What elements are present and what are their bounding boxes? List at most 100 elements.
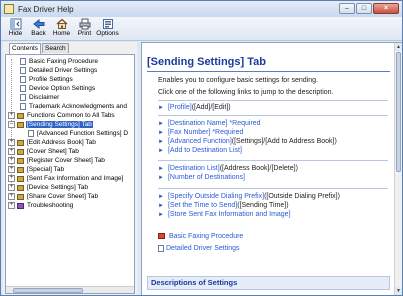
intro-text: Click one of the following links to jump… [158, 89, 334, 96]
contents-tree: Basic Faxing Procedure Detailed Driver S… [5, 54, 135, 294]
troubleshooting-book-icon [17, 202, 24, 209]
tree-item[interactable]: Device Option Settings [20, 84, 96, 93]
link-row: ► [Destination Name] *Required [158, 119, 261, 128]
hide-button[interactable]: Hide [5, 17, 26, 40]
topic-link[interactable]: [Profile] [168, 104, 192, 111]
link-row: ► [Fax Number] *Required [158, 128, 243, 137]
tree-item[interactable]: Basic Faxing Procedure [20, 57, 99, 66]
expand-icon[interactable]: + [8, 139, 15, 146]
topic-link[interactable]: [Fax Number] *Required [168, 129, 243, 136]
expand-icon[interactable]: + [8, 202, 15, 209]
section-divider [158, 160, 388, 161]
topic-link[interactable]: [Advanced Function] [168, 138, 232, 145]
tree-item[interactable]: + [Sent Fax Information and Image] [8, 174, 124, 183]
tree-item[interactable]: + [Device Settings] Tab [8, 183, 89, 192]
related-link[interactable]: Basic Faxing Procedure [169, 233, 243, 240]
back-button[interactable]: Back [28, 17, 49, 40]
link-arrow-icon: ► [158, 104, 164, 111]
related-link[interactable]: Detailed Driver Settings [166, 245, 240, 252]
horizontal-scrollbar[interactable] [6, 286, 134, 293]
tree-item-selected[interactable]: – [Sending Settings] Tab [8, 120, 93, 129]
scroll-up-icon[interactable]: ▲ [395, 43, 402, 51]
book-icon [17, 112, 24, 119]
book-icon [17, 193, 24, 200]
topic-link[interactable]: [Number of Destinations] [168, 174, 245, 181]
tree-item[interactable]: Profile Settings [20, 75, 74, 84]
link-row: ► [Advanced Function] ([Settings]/[Add to… [158, 138, 337, 145]
scrollbar-thumb[interactable] [13, 288, 83, 293]
expand-icon[interactable]: + [8, 157, 15, 164]
help-app-icon [4, 4, 14, 14]
reference-page-icon [158, 244, 164, 252]
link-arrow-icon: ► [158, 165, 164, 172]
page-icon [20, 94, 26, 101]
print-button[interactable]: Print [74, 17, 95, 40]
topic-link[interactable]: [Set the Time to Send] [168, 202, 237, 209]
book-icon [17, 148, 24, 155]
topic-link[interactable]: [Add to Destination List] [168, 147, 242, 154]
tab-search[interactable]: Search [42, 43, 69, 53]
tab-contents[interactable]: Contents [9, 43, 42, 54]
page-icon [20, 85, 26, 92]
close-button[interactable]: × [373, 3, 399, 14]
tree-item[interactable]: + [Special] Tab [8, 165, 65, 174]
navigation-pane: Contents Search Basic Faxing Procedure D… [3, 42, 137, 295]
minimize-button[interactable]: – [339, 3, 355, 14]
page-title: [Sending Settings] Tab [147, 56, 266, 68]
expand-icon[interactable]: + [8, 175, 15, 182]
book-icon [17, 139, 24, 146]
section-divider [158, 188, 388, 189]
link-row: ► [Store Sent Fax Information and Image] [158, 210, 291, 219]
options-button[interactable]: Options [96, 17, 119, 40]
expand-icon[interactable]: + [8, 148, 15, 155]
section-divider [158, 115, 388, 116]
link-row: ► [Specify Outside Dialing Prefix] ([Outs… [158, 193, 340, 200]
window-title: Fax Driver Help [18, 4, 74, 14]
expand-icon[interactable]: + [8, 112, 15, 119]
scroll-down-icon[interactable]: ▼ [395, 287, 402, 295]
topic-link[interactable]: [Destination List] [168, 165, 220, 172]
help-window: Fax Driver Help – □ × Hide Back Home Pri… [0, 0, 403, 296]
back-arrow-icon [32, 18, 44, 30]
home-button[interactable]: Home [51, 17, 72, 40]
tree-item[interactable]: + Troubleshooting [8, 201, 74, 210]
expand-icon[interactable]: + [8, 193, 15, 200]
link-arrow-icon: ► [158, 202, 164, 209]
tree-item[interactable]: + [Edit Address Book] Tab [8, 138, 97, 147]
link-arrow-icon: ► [158, 147, 164, 154]
collapse-icon[interactable]: – [8, 121, 15, 128]
intro-text: Enables you to configure basic settings … [158, 77, 318, 84]
link-arrow-icon: ► [158, 120, 164, 127]
tree-item[interactable]: [Advanced Function Settings] D [28, 129, 129, 138]
tree-item[interactable]: + [Cover Sheet] Tab [8, 147, 80, 156]
book-icon [17, 184, 24, 191]
toolbar: Hide Back Home Print Options [1, 17, 402, 41]
scrollbar-thumb[interactable] [396, 52, 401, 172]
tree-item[interactable]: + [Register Cover Sheet] Tab [8, 156, 106, 165]
topic-link[interactable]: [Specify Outside Dialing Prefix] [168, 193, 264, 200]
vertical-scrollbar[interactable]: ▲ ▼ [394, 43, 402, 295]
link-arrow-icon: ► [158, 211, 164, 218]
page-icon [20, 58, 26, 65]
tree-item[interactable]: Detailed Driver Settings [20, 66, 98, 75]
tree-item[interactable]: Trademark Acknowledgments and [20, 102, 128, 111]
link-row: ► [Profile] ([Add]/[Edit]) [158, 104, 231, 111]
book-icon [17, 157, 24, 164]
expand-icon[interactable]: + [8, 184, 15, 191]
expand-icon[interactable]: + [8, 166, 15, 173]
book-icon [17, 166, 24, 173]
page-icon [20, 103, 26, 110]
link-row: ► [Add to Destination List] [158, 146, 242, 155]
related-link-row: Basic Faxing Procedure [158, 231, 243, 241]
title-bar[interactable]: Fax Driver Help – □ × [1, 1, 402, 17]
tree-item[interactable]: + [Share Cover Sheet] Tab [8, 192, 99, 201]
title-divider [147, 71, 390, 72]
topic-link[interactable]: [Destination Name] *Required [168, 120, 261, 127]
tree-item[interactable]: Disclaimer [20, 93, 60, 102]
book-open-icon [17, 121, 24, 128]
link-row: ► [Number of Destinations] [158, 173, 245, 182]
tree-item[interactable]: + Functions Common to All Tabs [8, 111, 116, 120]
maximize-button[interactable]: □ [356, 3, 372, 14]
link-arrow-icon: ► [158, 193, 164, 200]
topic-link[interactable]: [Store Sent Fax Information and Image] [168, 211, 291, 218]
